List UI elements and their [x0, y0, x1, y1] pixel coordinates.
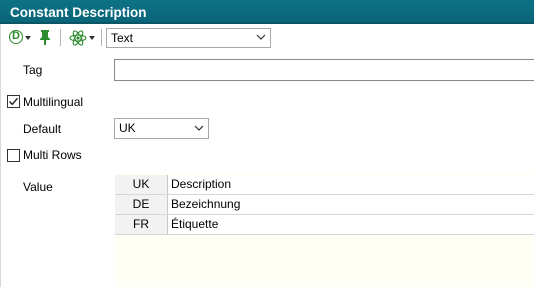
value-row[interactable]: UK Description	[115, 175, 534, 195]
toolbar-separator	[60, 29, 61, 46]
atom-icon[interactable]	[69, 29, 87, 47]
multi-rows-checkbox[interactable]	[7, 149, 20, 162]
type-select[interactable]: Text	[106, 28, 271, 48]
chevron-down-icon	[194, 125, 204, 131]
value-row[interactable]: FR Étiquette	[115, 215, 534, 235]
type-select-value: Text	[111, 31, 134, 45]
tag-input[interactable]	[114, 59, 534, 81]
content-area: D Text Tag Multilingual Default UK Multi…	[0, 24, 534, 287]
tag-label: Tag	[23, 63, 43, 77]
default-language-select[interactable]: UK	[114, 118, 209, 139]
chevron-down-icon	[256, 34, 266, 40]
toolbar-separator	[101, 29, 102, 46]
default-label: Default	[23, 122, 62, 136]
multilingual-checkbox[interactable]	[7, 95, 20, 108]
value-row[interactable]: DE Bezeichnung	[115, 195, 534, 215]
value-row-text[interactable]: Bezeichnung	[171, 195, 240, 214]
checkmark-icon	[9, 97, 19, 106]
value-grid: UK Description DE Bezeichnung FR Étiquet…	[115, 173, 534, 287]
window-title: Constant Description	[10, 5, 147, 20]
value-row-text[interactable]: Description	[171, 175, 231, 194]
value-row-text[interactable]: Étiquette	[171, 215, 218, 234]
multilingual-label[interactable]: Multilingual	[23, 95, 83, 109]
title-bar: Constant Description	[0, 0, 534, 24]
value-row-language: FR	[115, 215, 168, 234]
pin-icon[interactable]	[39, 29, 51, 46]
d-menu-dropdown-arrow[interactable]	[25, 36, 31, 40]
value-label: Value	[23, 180, 53, 194]
value-row-language: UK	[115, 175, 168, 194]
d-menu-icon[interactable]: D	[9, 30, 23, 44]
default-language-value: UK	[119, 121, 136, 135]
value-row-language: DE	[115, 195, 168, 214]
atom-dropdown-arrow[interactable]	[89, 36, 95, 40]
multi-rows-label[interactable]: Multi Rows	[23, 148, 82, 162]
